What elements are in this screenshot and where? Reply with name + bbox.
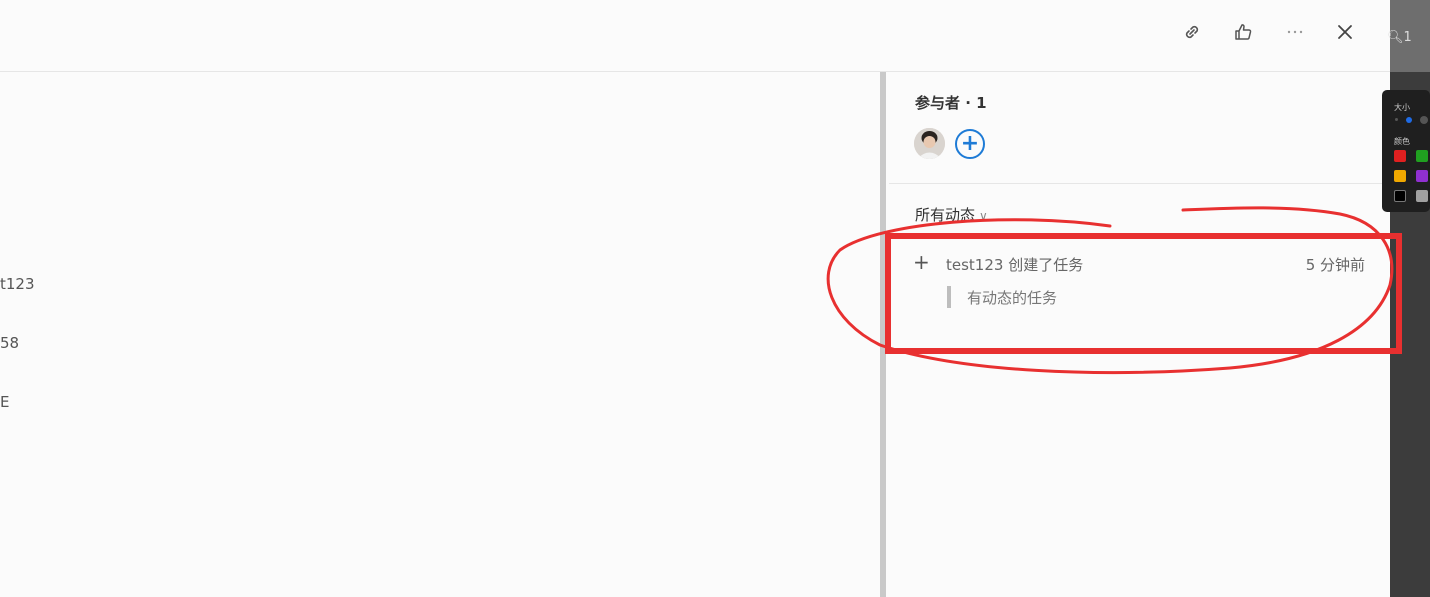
link-icon[interactable] (1178, 18, 1206, 46)
size-large-dot[interactable] (1420, 116, 1428, 124)
avatar[interactable] (914, 128, 945, 159)
swatch-purple[interactable] (1416, 170, 1428, 182)
size-small-dot[interactable] (1395, 118, 1398, 121)
participants-title: 参与者 · 1 (915, 94, 987, 112)
swatch-orange[interactable] (1394, 170, 1406, 182)
add-participant-button[interactable]: + (955, 129, 985, 159)
left-field-value-2: 58 (0, 334, 20, 352)
search-icon: 🔍︎ (1387, 30, 1404, 45)
size-label: 大小 (1394, 103, 1410, 112)
swatch-black[interactable] (1394, 190, 1406, 202)
create-plus-icon: + (913, 250, 930, 274)
top-toolbar (0, 0, 1390, 72)
search-result-count: 🔍︎1 (1387, 30, 1412, 45)
left-field-value-3: E (0, 393, 10, 411)
thumbs-up-icon[interactable] (1229, 18, 1257, 46)
swatch-red[interactable] (1394, 150, 1406, 162)
color-label: 颜色 (1394, 137, 1410, 146)
more-options-icon[interactable] (1281, 18, 1309, 46)
size-medium-dot[interactable] (1406, 117, 1412, 123)
swatch-green[interactable] (1416, 150, 1428, 162)
activity-filter-dropdown[interactable]: 所有动态 ∨ (915, 204, 988, 225)
panel-divider-scrollbar[interactable] (880, 72, 886, 597)
activity-item: + test123 创建了任务 5 分钟前 有动态的任务 (889, 248, 1390, 318)
activity-quote: 有动态的任务 (967, 289, 1058, 307)
activity-filter-label: 所有动态 (915, 206, 976, 224)
section-divider (889, 183, 1390, 184)
close-icon[interactable] (1331, 18, 1359, 46)
activity-time: 5 分钟前 (1305, 256, 1365, 274)
annotation-tool-palette: 大小 颜色 (1382, 90, 1430, 212)
chevron-down-icon: ∨ (979, 209, 988, 223)
quote-bar (947, 286, 951, 308)
plus-icon: + (960, 131, 980, 156)
activity-text: test123 创建了任务 (946, 256, 1084, 274)
task-detail-panel: t123 58 E 参与者 · 1 + 所有动态 ∨ + test123 创建了任… (0, 0, 1390, 597)
left-field-value-1: t123 (0, 275, 35, 293)
swatch-gray[interactable] (1416, 190, 1428, 202)
search-count: 1 (1403, 30, 1412, 45)
activity-sidebar: 参与者 · 1 + 所有动态 ∨ + test123 创建了任务 5 分钟前 有动… (889, 72, 1390, 597)
